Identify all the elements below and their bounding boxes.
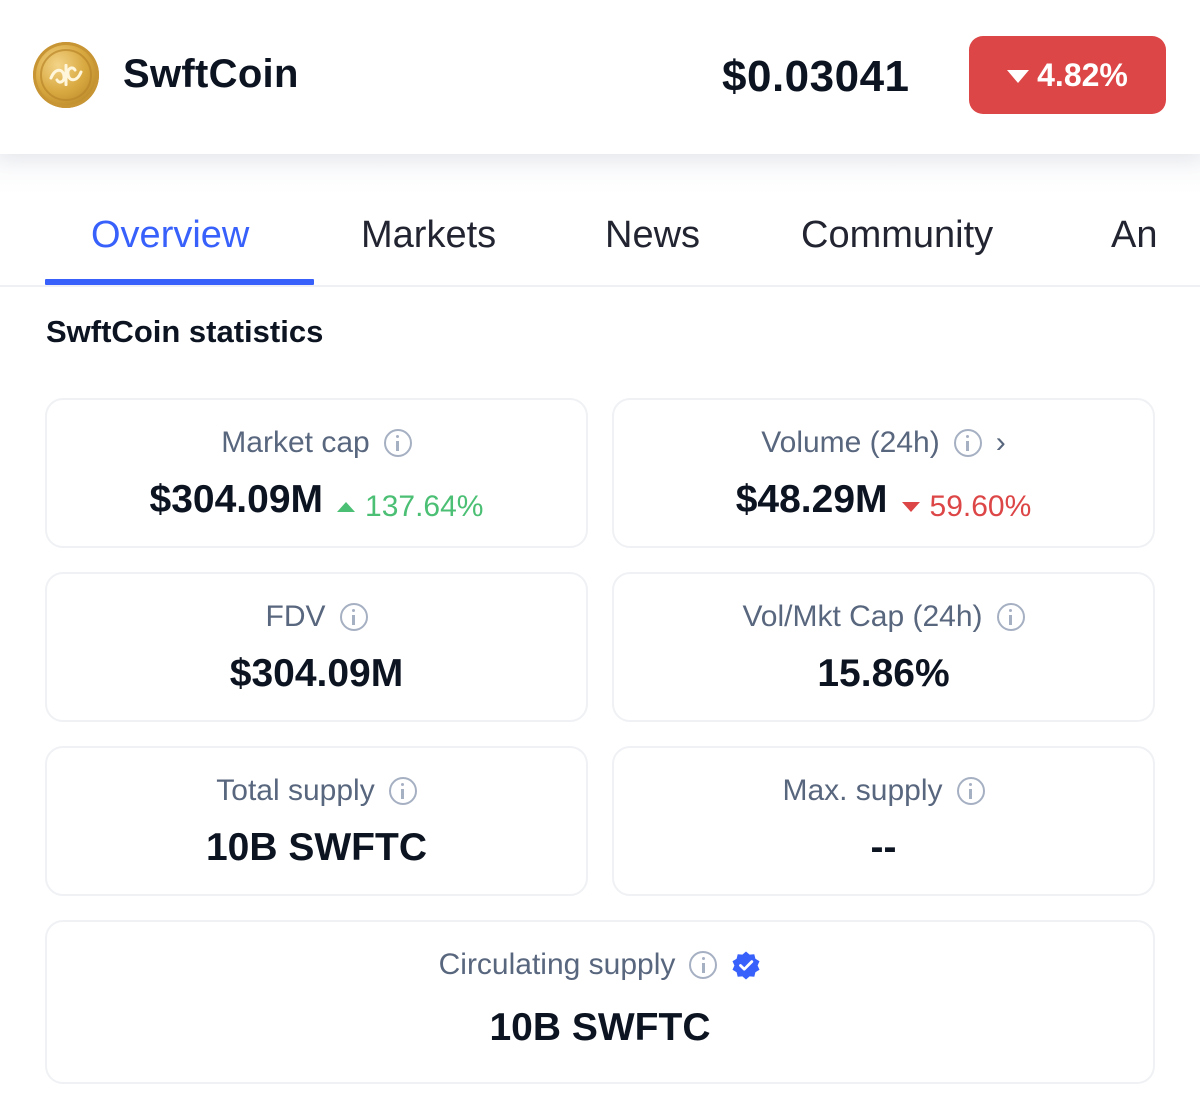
- chevron-right-icon[interactable]: ›: [996, 426, 1006, 460]
- triangle-down-icon: [1007, 70, 1030, 83]
- circulating-supply-label: Circulating supply: [438, 948, 676, 981]
- triangle-down-icon: [901, 502, 920, 512]
- circulating-supply-card: Circulating supply 10B SWFTC: [45, 920, 1155, 1084]
- tab-markets[interactable]: Markets: [361, 214, 496, 257]
- info-icon[interactable]: [996, 603, 1025, 631]
- info-icon[interactable]: [383, 429, 412, 457]
- info-icon[interactable]: [689, 951, 718, 979]
- price-change-badge: 4.82%: [969, 36, 1166, 114]
- coin-name: SwftCoin: [123, 52, 299, 96]
- market-cap-change-value: 137.64%: [365, 490, 484, 523]
- swftcoin-logo-icon: [33, 42, 99, 108]
- statistics-title: SwftCoin statistics: [46, 314, 324, 349]
- info-icon[interactable]: [388, 777, 417, 805]
- max-supply-value: --: [870, 826, 897, 869]
- market-cap-change: 137.64%: [337, 490, 483, 524]
- volume-card[interactable]: Volume (24h) › $48.29M 59.60%: [612, 398, 1155, 548]
- fdv-card: FDV $304.09M: [45, 572, 588, 722]
- info-icon[interactable]: [956, 777, 985, 805]
- volume-value: $48.29M: [735, 478, 888, 521]
- fdv-label: FDV: [265, 600, 326, 633]
- tab-bar: Overview Markets News Community An: [0, 154, 1200, 287]
- max-supply-card: Max. supply --: [612, 746, 1155, 896]
- vol-mkt-cap-card: Vol/Mkt Cap (24h) 15.86%: [612, 572, 1155, 722]
- total-supply-label: Total supply: [216, 774, 375, 807]
- tab-community[interactable]: Community: [801, 214, 993, 257]
- coin-header: SwftCoin $0.03041 4.82%: [0, 0, 1200, 154]
- volume-change-value: 59.60%: [929, 490, 1032, 523]
- price-change-value: 4.82%: [1037, 56, 1128, 93]
- info-icon[interactable]: [339, 603, 368, 631]
- triangle-up-icon: [337, 502, 356, 512]
- market-cap-card: Market cap $304.09M 137.64%: [45, 398, 588, 548]
- circulating-supply-value: 10B SWFTC: [489, 1006, 711, 1049]
- volume-label: Volume (24h): [761, 426, 940, 459]
- market-cap-label: Market cap: [221, 426, 370, 459]
- vol-mkt-cap-value: 15.86%: [817, 652, 950, 695]
- tab-news[interactable]: News: [605, 214, 700, 257]
- total-supply-value: 10B SWFTC: [205, 826, 427, 869]
- vol-mkt-cap-label: Vol/Mkt Cap (24h): [742, 600, 983, 633]
- verified-badge-icon[interactable]: [731, 950, 761, 980]
- market-cap-value: $304.09M: [149, 478, 324, 521]
- coin-price: $0.03041: [722, 52, 910, 101]
- volume-change: 59.60%: [901, 490, 1032, 524]
- active-tab-indicator: [45, 279, 314, 285]
- tab-analytics[interactable]: An: [1111, 214, 1157, 257]
- info-icon[interactable]: [953, 429, 982, 457]
- tab-overview[interactable]: Overview: [91, 214, 249, 257]
- total-supply-card: Total supply 10B SWFTC: [45, 746, 588, 896]
- max-supply-label: Max. supply: [782, 774, 943, 807]
- fdv-value: $304.09M: [229, 652, 404, 695]
